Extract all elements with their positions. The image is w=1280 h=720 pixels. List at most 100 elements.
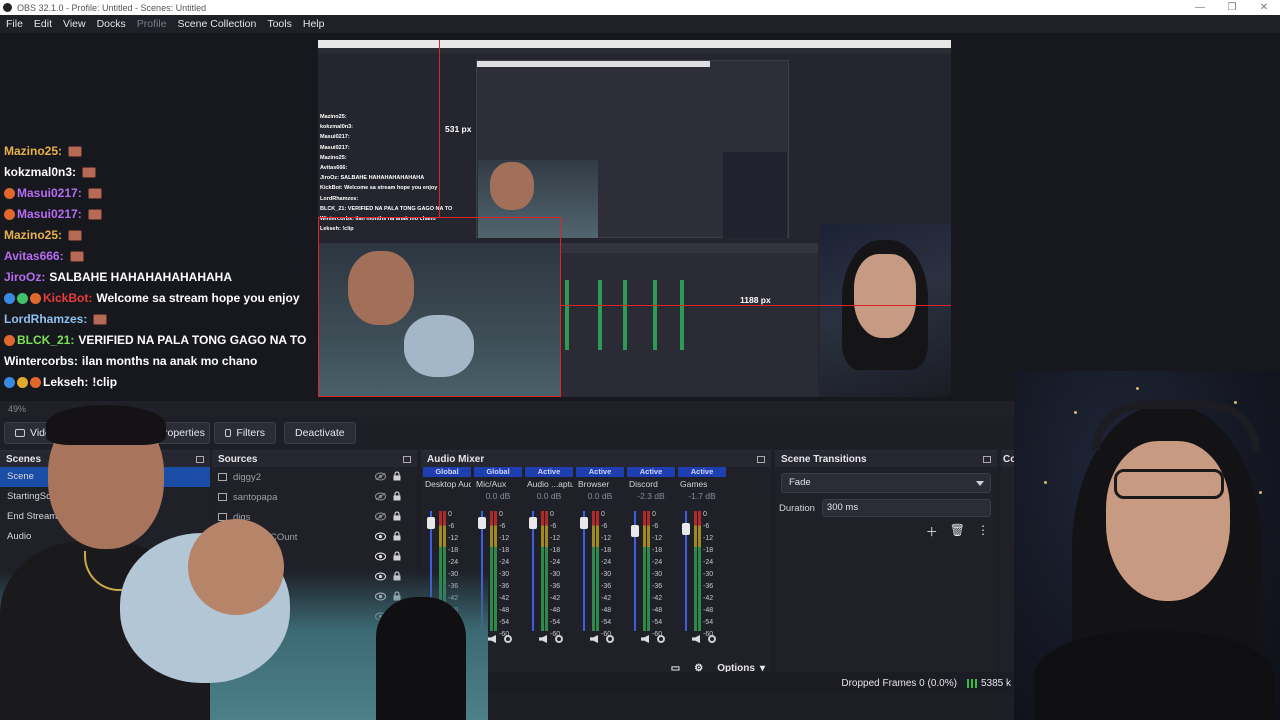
captured-menubar [318, 48, 951, 54]
chat-username: LordRhamzes: [4, 312, 88, 326]
mute-speaker-icon[interactable] [488, 635, 496, 643]
dock-float-icon[interactable] [196, 455, 204, 463]
source-item[interactable]: digs [212, 507, 417, 527]
menu-profile[interactable]: Profile [137, 18, 167, 30]
menu-docks[interactable]: Docks [97, 18, 126, 30]
headphone-monitor-icon[interactable] [657, 635, 665, 643]
visibility-eye-icon[interactable] [375, 572, 386, 581]
mute-speaker-icon[interactable] [539, 635, 547, 643]
lock-icon[interactable] [393, 551, 401, 561]
lock-icon[interactable] [393, 511, 401, 521]
volume-slider[interactable] [583, 511, 585, 631]
volume-slider[interactable] [481, 511, 483, 631]
channel-name[interactable]: Discord [627, 477, 675, 491]
level-meter [643, 511, 646, 631]
menu-edit[interactable]: Edit [34, 18, 52, 30]
headphone-monitor-icon[interactable] [453, 635, 461, 643]
mute-speaker-icon[interactable] [437, 635, 445, 643]
dock-float-icon[interactable] [757, 455, 765, 463]
add-transition-button[interactable]: ＋ [926, 523, 938, 540]
visibility-eye-icon[interactable] [375, 532, 386, 541]
remove-transition-button[interactable]: 🗑 [950, 523, 965, 540]
source-item[interactable] [212, 547, 417, 567]
captured-meter [623, 280, 627, 350]
captured-window-source[interactable]: Mazino25: kokzmal0n3: Masui0217: Masui02… [318, 40, 951, 397]
dock-float-icon[interactable] [403, 455, 411, 463]
source-item[interactable] [212, 567, 417, 587]
visibility-eye-icon[interactable] [375, 512, 386, 521]
level-meter [647, 511, 650, 631]
mute-speaker-icon[interactable] [692, 635, 700, 643]
menu-view[interactable]: View [63, 18, 86, 30]
lock-icon[interactable] [393, 591, 401, 601]
meter-scale-tick: -18 [652, 547, 663, 554]
visibility-eye-icon[interactable] [375, 472, 386, 481]
headphone-monitor-icon[interactable] [708, 635, 716, 643]
video-source-button[interactable]: Video [4, 422, 74, 444]
channel-name[interactable]: Desktop Audio [423, 477, 471, 491]
volume-knob[interactable] [631, 525, 639, 538]
menu-help[interactable]: Help [303, 18, 325, 30]
volume-knob[interactable] [682, 523, 690, 535]
visibility-eye-icon[interactable] [375, 592, 386, 601]
headphone-monitor-icon[interactable] [504, 635, 512, 643]
source-item[interactable] [212, 607, 417, 627]
mute-speaker-icon[interactable] [641, 635, 649, 643]
meter-scale-tick: -6 [550, 523, 557, 530]
guide-line-vertical [439, 40, 440, 217]
source-item[interactable]: diggy2 [212, 467, 417, 487]
volume-slider[interactable] [532, 511, 534, 631]
headphone-monitor-icon[interactable] [555, 635, 563, 643]
zoom-level[interactable]: 49% [8, 404, 26, 414]
chat-badge-icon [4, 293, 15, 304]
visibility-eye-icon[interactable] [375, 552, 386, 561]
chat-emote-icon [68, 146, 83, 157]
volume-knob[interactable] [427, 517, 435, 529]
filters-button[interactable]: Filters [214, 422, 276, 444]
lock-icon[interactable] [393, 571, 401, 581]
scenes-dock: Scenes Scene StartingSoon End Stream Aud… [0, 450, 210, 672]
visibility-eye-icon[interactable] [375, 492, 386, 501]
visibility-eye-icon[interactable] [375, 612, 386, 621]
scene-item-end-stream[interactable]: End Stream [0, 507, 210, 527]
channel-name[interactable]: Games [678, 477, 726, 491]
source-item[interactable]: Hospital COunt [212, 527, 417, 547]
transition-menu-button[interactable]: ⋮ [977, 523, 989, 540]
mini-chat-line: Avitas666: [320, 165, 348, 172]
minimize-button[interactable]: — [1184, 0, 1216, 15]
scene-item-audio[interactable]: Audio [0, 527, 210, 547]
headphone-monitor-icon[interactable] [606, 635, 614, 643]
deactivate-button[interactable]: Deactivate [284, 422, 356, 444]
captured-meter [680, 280, 684, 350]
chat-message: Lekseh: !clip [4, 372, 314, 393]
menu-file[interactable]: File [6, 18, 23, 30]
duration-input[interactable]: 300 ms [821, 499, 991, 517]
scene-item-startingsoon[interactable]: StartingSoon [0, 487, 210, 507]
selection-bounding-box[interactable] [318, 217, 561, 397]
menu-scene-collection[interactable]: Scene Collection [178, 18, 257, 30]
properties-button[interactable]: Properties [146, 422, 210, 444]
volume-knob[interactable] [529, 517, 537, 529]
channel-name[interactable]: Audio ...apture [525, 477, 573, 491]
lock-icon[interactable] [393, 611, 401, 621]
dock-float-icon[interactable] [983, 455, 991, 463]
maximize-button[interactable]: ❐ [1216, 0, 1248, 15]
volume-knob[interactable] [478, 517, 486, 529]
mute-speaker-icon[interactable] [590, 635, 598, 643]
scenes-title: Scenes [6, 453, 42, 465]
close-button[interactable]: ✕ [1248, 0, 1280, 15]
lock-icon[interactable] [393, 471, 401, 481]
source-item[interactable] [212, 587, 417, 607]
volume-slider[interactable] [430, 511, 432, 631]
source-item[interactable]: santopapa [212, 487, 417, 507]
lock-icon[interactable] [393, 491, 401, 501]
transition-select[interactable]: Fade [781, 473, 991, 493]
mixer-channel: Active Browser 0.0 dB 0 -6 -12 -18 -24 -30 -36 -42… [576, 467, 624, 657]
menu-tools[interactable]: Tools [267, 18, 292, 30]
volume-knob[interactable] [580, 517, 588, 529]
channel-name[interactable]: Mic/Aux [474, 477, 522, 491]
lock-icon[interactable] [393, 531, 401, 541]
channel-name[interactable]: Browser [576, 477, 624, 491]
scene-item-scene[interactable]: Scene [0, 467, 210, 487]
captured-meter [598, 280, 602, 350]
